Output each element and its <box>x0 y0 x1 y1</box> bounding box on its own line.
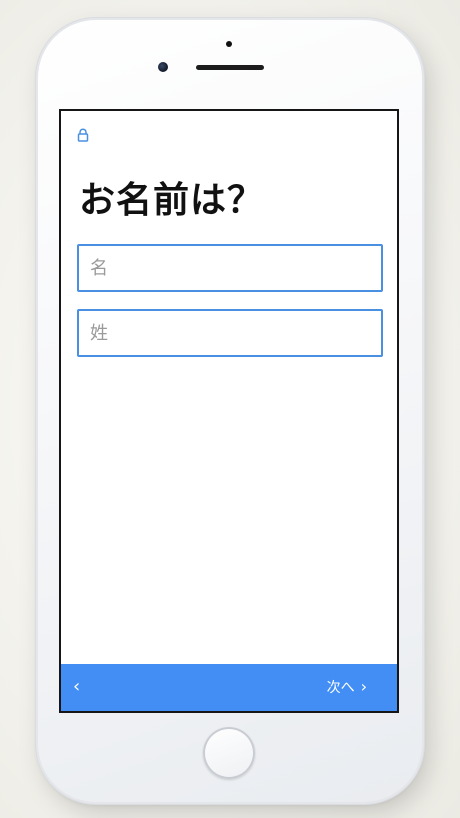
page-title: お名前は？ <box>79 180 265 221</box>
home-button[interactable] <box>203 727 255 779</box>
bottom-nav-bar: ‹ 次へ › <box>61 664 397 711</box>
chevron-right-icon: › <box>360 677 367 696</box>
first-name-input[interactable] <box>77 244 383 292</box>
earpiece-speaker <box>196 65 264 70</box>
chevron-left-icon: ‹ <box>73 676 81 697</box>
proximity-sensor <box>226 41 232 47</box>
front-camera <box>158 62 168 72</box>
background: お名前は？ ‹ 次へ › <box>0 0 460 818</box>
back-button[interactable]: ‹ <box>73 674 97 700</box>
app-screen: お名前は？ ‹ 次へ › <box>59 109 399 713</box>
next-button-label: 次へ <box>326 680 355 696</box>
lock-icon <box>77 128 89 142</box>
phone-frame: お名前は？ ‹ 次へ › <box>38 20 422 802</box>
next-button[interactable]: 次へ › <box>327 674 367 700</box>
last-name-input[interactable] <box>77 309 383 357</box>
